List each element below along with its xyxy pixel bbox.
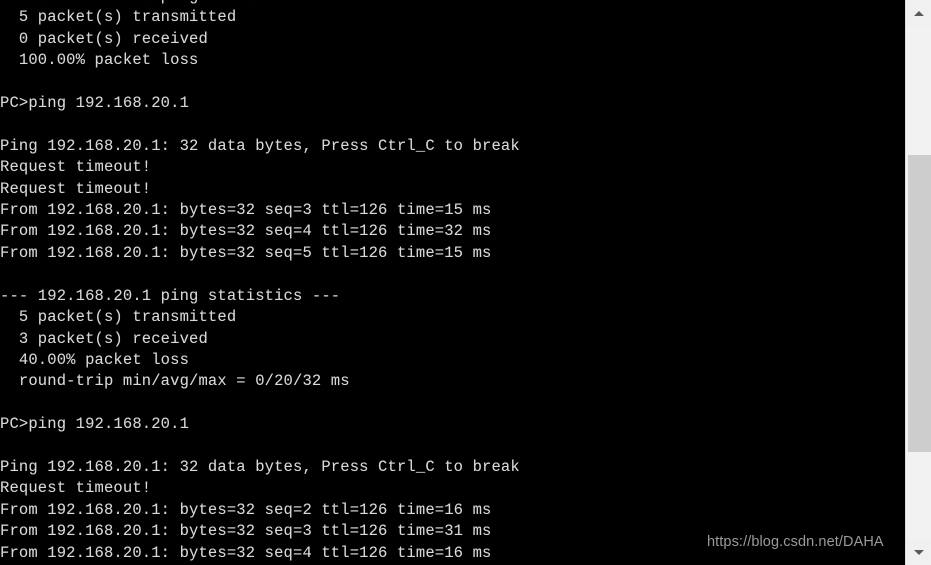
vertical-scrollbar[interactable]	[905, 0, 931, 565]
scrollbar-down-button[interactable]	[906, 539, 931, 565]
terminal-window: --- 192.168.20.1 ping statistics --- 5 p…	[0, 0, 931, 565]
scrollbar-track[interactable]	[906, 26, 931, 539]
scrollbar-thumb[interactable]	[908, 155, 931, 452]
chevron-up-icon	[913, 10, 924, 16]
chevron-down-icon	[913, 549, 924, 555]
scrollbar-up-button[interactable]	[906, 0, 931, 26]
console-output-area[interactable]: --- 192.168.20.1 ping statistics --- 5 p…	[0, 0, 905, 565]
console-output-text: --- 192.168.20.1 ping statistics --- 5 p…	[0, 0, 520, 565]
